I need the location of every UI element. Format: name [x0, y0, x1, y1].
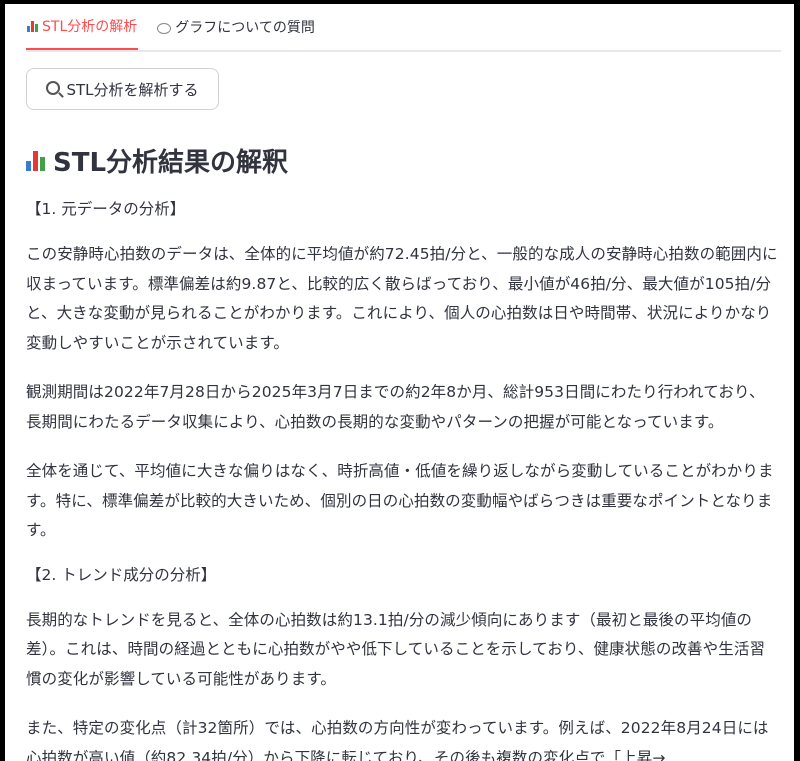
speech-bubble-icon	[157, 22, 172, 34]
magnifier-icon	[46, 81, 61, 95]
paragraph: また、特定の変化点（計32箇所）では、心拍数の方向性が変わっています。例えば、2…	[26, 719, 769, 761]
bar-chart-icon	[27, 20, 38, 32]
button-label: STL分析を解析する	[66, 80, 199, 99]
analyze-stl-button[interactable]: STL分析を解析する	[26, 68, 219, 110]
section-heading: 【1. 元データの分析】	[26, 200, 186, 218]
page-title: STL分析結果の解釈	[26, 140, 780, 180]
tab-bar: STL分析の解析 グラフについての質問	[26, 4, 781, 52]
section-heading: 【2. トレンド成分の分析】	[26, 565, 217, 584]
page-title-text: STL分析結果の解釈	[53, 147, 289, 178]
tab-stl-analysis[interactable]: STL分析の解析	[26, 4, 139, 50]
main-content: STL分析結果の解釈 【1. 元データの分析】 この安静時心拍数のデータは、全体…	[26, 140, 780, 761]
tab-label: STL分析の解析	[42, 19, 138, 35]
bar-chart-icon	[26, 149, 45, 171]
paragraph: この安静時心拍数のデータは、全体的に平均値が約72.45拍/分と、一般的な成人の…	[26, 245, 778, 352]
app-window: STL分析の解析 グラフについての質問 STL分析を解析する STL分析結果の解…	[5, 4, 794, 761]
paragraph: 観測期間は2022年7月28日から2025年3月7日までの約2年8か月、総計95…	[26, 383, 765, 431]
paragraph: 長期的なトレンドを見ると、全体の心拍数は約13.1拍/分の減少傾向にあります（最…	[26, 610, 766, 688]
paragraph: 全体を通じて、平均値に大きな偏りはなく、時折高値・低値を繰り返しながら変動してい…	[26, 462, 774, 539]
tab-graph-questions[interactable]: グラフについての質問	[156, 4, 316, 50]
tab-label: グラフについての質問	[175, 20, 315, 36]
